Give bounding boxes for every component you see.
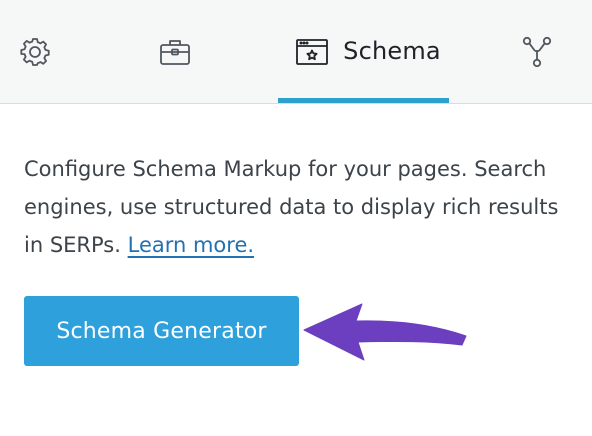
- learn-more-link[interactable]: Learn more.: [128, 233, 254, 257]
- schema-generator-button[interactable]: Schema Generator: [24, 296, 299, 366]
- tab-schema-label: Schema: [343, 37, 441, 65]
- gear-icon: [20, 38, 50, 66]
- tab-social[interactable]: [500, 0, 574, 104]
- tab-settings[interactable]: [0, 0, 70, 104]
- active-tab-indicator: [278, 98, 449, 103]
- toolbox-icon: [160, 40, 190, 65]
- tab-tools[interactable]: [138, 0, 212, 104]
- schema-panel: Schema Configure Schema Markup for your …: [0, 0, 592, 436]
- tab-schema[interactable]: Schema: [278, 0, 458, 104]
- tab-bar: Schema: [0, 0, 592, 104]
- schema-window-star-icon: [296, 39, 329, 65]
- share-nodes-icon: [522, 36, 552, 68]
- schema-description: Configure Schema Markup for your pages. …: [24, 150, 569, 264]
- description-text: Configure Schema Markup for your pages. …: [24, 157, 559, 257]
- annotation-arrow-icon: [303, 303, 467, 361]
